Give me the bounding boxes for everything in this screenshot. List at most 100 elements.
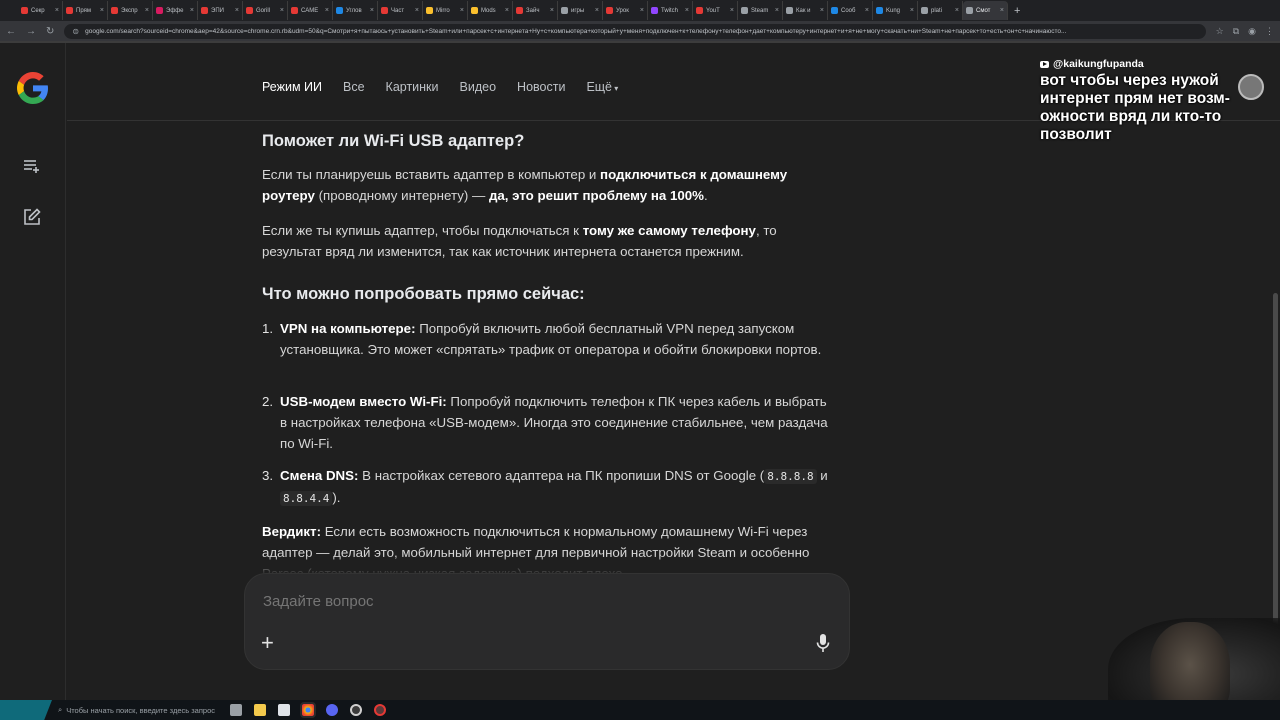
browser-tab[interactable]: Секр × (18, 1, 63, 20)
profile-icon[interactable]: ◉ (1248, 26, 1256, 37)
new-chat-edit-icon[interactable] (22, 207, 42, 227)
store-icon[interactable] (278, 704, 290, 716)
tab-label: Steam (751, 7, 769, 14)
close-tab-icon[interactable]: × (55, 7, 59, 14)
stream-chat-overlay: @kaikungfupanda вот чтобы через нужой ин… (1040, 58, 1270, 144)
microphone-icon[interactable] (815, 633, 831, 653)
back-icon[interactable]: ← (6, 26, 16, 37)
tab-label: Сооб (841, 7, 856, 14)
ask-input[interactable] (263, 593, 823, 610)
tab-label: Секр (31, 7, 45, 14)
browser-tab[interactable]: Mirro × (423, 1, 468, 20)
close-tab-icon[interactable]: × (730, 7, 734, 14)
youtube-icon (1040, 60, 1049, 68)
browser-tab[interactable]: Урок × (603, 1, 648, 20)
close-tab-icon[interactable]: × (820, 7, 824, 14)
tab-images[interactable]: Картинки (386, 80, 439, 94)
close-tab-icon[interactable]: × (370, 7, 374, 14)
history-list-icon[interactable] (22, 156, 42, 176)
list-item-text: ). (332, 490, 341, 505)
tab-favicon-icon (516, 7, 523, 14)
bookmark-star-icon[interactable]: ☆ (1216, 26, 1224, 37)
forward-icon[interactable]: → (26, 26, 36, 37)
browser-tab[interactable]: ЭПИ × (198, 1, 243, 20)
close-tab-icon[interactable]: × (235, 7, 239, 14)
tab-all[interactable]: Все (343, 80, 365, 94)
tab-label: Прям (76, 7, 91, 14)
tab-favicon-icon (336, 7, 343, 14)
site-info-icon[interactable]: ⊜ (72, 27, 79, 36)
browser-tab[interactable]: Углов × (333, 1, 378, 20)
google-logo-icon[interactable] (17, 72, 49, 104)
tab-videos[interactable]: Видео (460, 80, 497, 94)
chrome-icon[interactable] (300, 702, 316, 718)
tab-favicon-icon (966, 7, 973, 14)
tab-favicon-icon (606, 7, 613, 14)
browser-tab[interactable]: Steam × (738, 1, 783, 20)
close-tab-icon[interactable]: × (1000, 7, 1004, 14)
tab-favicon-icon (291, 7, 298, 14)
ask-box[interactable]: + (244, 573, 850, 670)
browser-tab[interactable]: Прям × (63, 1, 108, 20)
browser-tab[interactable]: Част × (378, 1, 423, 20)
browser-tab[interactable]: Kung × (873, 1, 918, 20)
browser-tab[interactable]: Эффе × (153, 1, 198, 20)
close-tab-icon[interactable]: × (910, 7, 914, 14)
tab-news[interactable]: Новости (517, 80, 565, 94)
close-tab-icon[interactable]: × (595, 7, 599, 14)
close-tab-icon[interactable]: × (325, 7, 329, 14)
close-tab-icon[interactable]: × (640, 7, 644, 14)
close-tab-icon[interactable]: × (865, 7, 869, 14)
close-tab-icon[interactable]: × (415, 7, 419, 14)
address-url[interactable]: google.com/search?sourceid=chrome&aep=42… (85, 28, 1066, 35)
tab-label: Урок (616, 7, 629, 14)
tab-favicon-icon (246, 7, 253, 14)
tab-label: Эффе (166, 7, 184, 14)
browser-tab[interactable]: Зайч × (513, 1, 558, 20)
close-tab-icon[interactable]: × (775, 7, 779, 14)
tab-more[interactable]: Ещё (586, 80, 618, 94)
new-tab-button[interactable]: + (1014, 5, 1020, 17)
obs-icon[interactable] (350, 704, 362, 716)
tab-ai-mode[interactable]: Режим ИИ (262, 80, 322, 94)
file-explorer-icon[interactable] (254, 704, 266, 716)
browser-tab[interactable]: YouT × (693, 1, 738, 20)
browser-tab[interactable]: Сооб × (828, 1, 873, 20)
close-tab-icon[interactable]: × (190, 7, 194, 14)
paragraph-text: Если ты планируешь вставить адаптер в ко… (262, 167, 601, 182)
browser-tab[interactable]: Mods × (468, 1, 513, 20)
app-icon[interactable] (374, 704, 386, 716)
close-tab-icon[interactable]: × (145, 7, 149, 14)
browser-tab[interactable]: plati × (918, 1, 963, 20)
scrollbar-thumb[interactable] (1273, 293, 1278, 653)
tab-label: Экспр (121, 7, 138, 14)
close-tab-icon[interactable]: × (100, 7, 104, 14)
browser-tab[interactable]: Как и × (783, 1, 828, 20)
close-tab-icon[interactable]: × (685, 7, 689, 14)
close-tab-icon[interactable]: × (505, 7, 509, 14)
close-tab-icon[interactable]: × (460, 7, 464, 14)
left-rail (0, 43, 66, 700)
browser-tab[interactable]: Twitch × (648, 1, 693, 20)
browser-toolbar: ← → ↻ ⊜ google.com/search?sourceid=chrom… (0, 21, 1280, 41)
task-view-icon[interactable] (230, 704, 242, 716)
paragraph-1: Если ты планируешь вставить адаптер в ко… (262, 164, 832, 206)
browser-tab[interactable]: Экспр × (108, 1, 153, 20)
browser-tab[interactable]: игры × (558, 1, 603, 20)
close-tab-icon[interactable]: × (550, 7, 554, 14)
close-tab-icon[interactable]: × (280, 7, 284, 14)
reload-icon[interactable]: ↻ (46, 26, 54, 37)
start-button[interactable] (0, 700, 52, 720)
discord-icon[interactable] (326, 704, 338, 716)
extensions-icon[interactable]: ⧉ (1233, 26, 1239, 37)
taskbar-search[interactable]: ⌕ Чтобы начать поиск, введите здесь запр… (52, 700, 224, 720)
add-attachment-icon[interactable]: + (261, 632, 274, 654)
page-scrollbar[interactable] (1270, 43, 1280, 700)
list-item: 2. USB-модем вместо Wi-Fi: Попробуй подк… (262, 391, 837, 454)
menu-icon[interactable]: ⋮ (1265, 26, 1274, 37)
address-bar[interactable]: ⊜ google.com/search?sourceid=chrome&aep=… (64, 23, 1206, 39)
browser-tab[interactable]: Смот × (963, 1, 1008, 20)
browser-tab[interactable]: Gorill × (243, 1, 288, 20)
browser-tab[interactable]: САМЕ × (288, 1, 333, 20)
close-tab-icon[interactable]: × (955, 7, 959, 14)
